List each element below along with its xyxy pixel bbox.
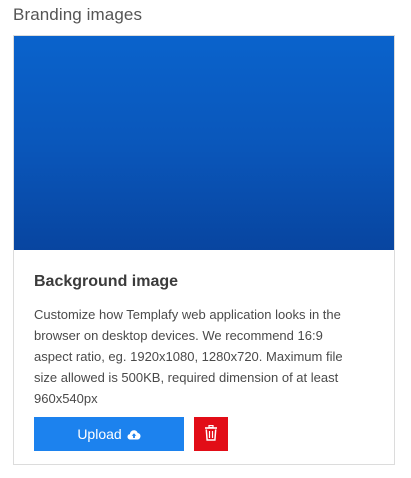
delete-button[interactable]	[194, 417, 228, 451]
upload-button-label: Upload	[77, 426, 122, 442]
section-title: Branding images	[13, 5, 143, 24]
background-image-card: Background image Customize how Templafy …	[13, 35, 395, 465]
card-title: Background image	[34, 273, 179, 290]
cloud-upload-icon	[127, 429, 141, 440]
trash-icon	[204, 424, 218, 444]
background-image-preview	[14, 36, 394, 250]
upload-button[interactable]: Upload	[34, 417, 184, 451]
card-description: Customize how Templafy web application l…	[34, 307, 343, 406]
